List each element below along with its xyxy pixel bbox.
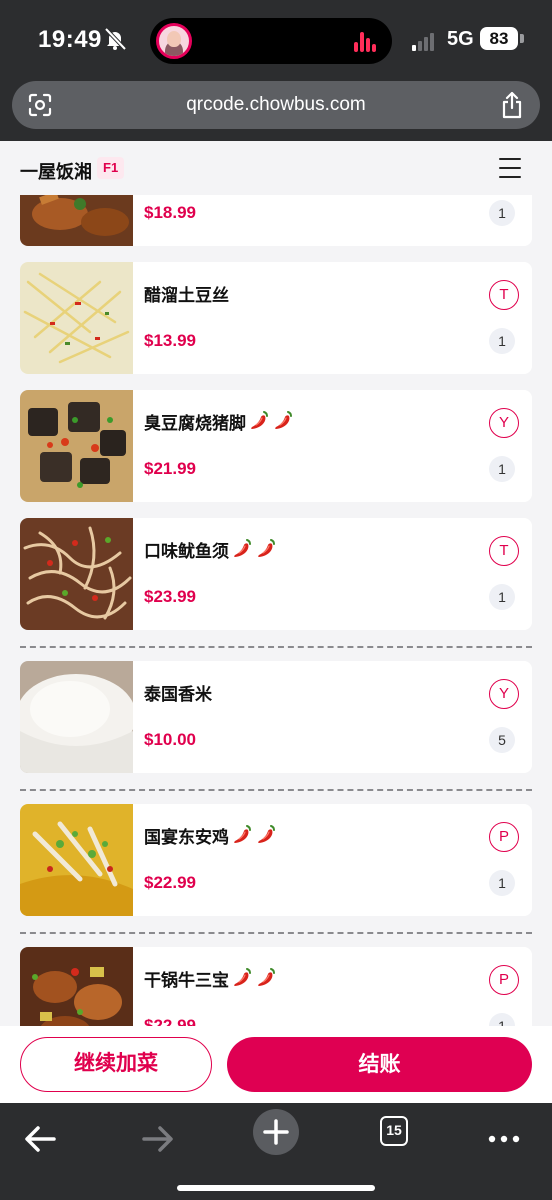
battery-tip bbox=[520, 34, 524, 43]
quantity-badge: 5 bbox=[489, 727, 515, 753]
status-time: 19:49 bbox=[38, 26, 102, 53]
network-type: 5G bbox=[447, 28, 474, 50]
forward-arrow-icon[interactable] bbox=[134, 1113, 182, 1159]
action-bar: 继续加菜 结账 bbox=[0, 1026, 552, 1103]
bell-slash-icon bbox=[104, 27, 127, 51]
owner-badge: T bbox=[489, 280, 519, 310]
owner-badge: Y bbox=[489, 679, 519, 709]
dish-photo bbox=[20, 804, 133, 916]
chili-icon bbox=[255, 966, 277, 988]
dish-photo bbox=[20, 661, 133, 773]
dish-name: 泰国香米 bbox=[144, 685, 212, 704]
chili-icon bbox=[231, 823, 253, 845]
dish-name: 醋溜土豆丝 bbox=[144, 286, 229, 305]
cart-item-card[interactable]: 国宴东安鸡 $22.99 P 1 bbox=[20, 804, 532, 916]
section-divider bbox=[20, 646, 532, 648]
chili-icon bbox=[248, 409, 270, 431]
dish-price: $18.99 bbox=[144, 203, 196, 222]
cart-item-card[interactable]: 臭豆腐烧猪脚 $21.99 Y 1 bbox=[20, 390, 532, 502]
address-bar[interactable]: qrcode.chowbus.com bbox=[12, 81, 540, 129]
home-indicator bbox=[177, 1185, 375, 1191]
new-tab-button[interactable] bbox=[253, 1109, 299, 1155]
restaurant-name: 一屋饭湘 bbox=[20, 162, 92, 182]
browser-toolbar: 15 bbox=[0, 1103, 552, 1200]
cart-item-card[interactable]: 口味鱿鱼须 $23.99 T 1 bbox=[20, 518, 532, 630]
battery-level: 83 bbox=[480, 27, 518, 50]
dish-photo bbox=[20, 262, 133, 374]
cart-item-list[interactable]: $18.99 1 醋溜土豆丝 $13.99 T 1 臭豆腐烧猪脚 $21.99 … bbox=[0, 141, 552, 1103]
dish-name: 国宴东安鸡 bbox=[144, 828, 229, 847]
plus-icon bbox=[263, 1119, 289, 1145]
chili-icon bbox=[231, 537, 253, 559]
web-content: $18.99 1 醋溜土豆丝 $13.99 T 1 臭豆腐烧猪脚 $21.99 … bbox=[0, 141, 552, 1103]
dish-price: $10.00 bbox=[144, 730, 196, 749]
chili-icon bbox=[272, 409, 294, 431]
owner-badge: Y bbox=[489, 408, 519, 438]
owner-badge: T bbox=[489, 536, 519, 566]
cart-item-card[interactable]: 醋溜土豆丝 $13.99 T 1 bbox=[20, 262, 532, 374]
hamburger-menu-icon[interactable] bbox=[499, 158, 521, 178]
quantity-badge: 1 bbox=[489, 584, 515, 610]
dynamic-island bbox=[150, 18, 392, 64]
tabs-icon[interactable]: 15 bbox=[380, 1116, 408, 1146]
quantity-badge: 1 bbox=[489, 870, 515, 896]
phone-screen: 19:49 5G 83 qrcode.chowbus.com $18.99 1 … bbox=[0, 0, 552, 1200]
cart-item-card[interactable]: 泰国香米 $10.00 Y 5 bbox=[20, 661, 532, 773]
continue-ordering-button[interactable]: 继续加菜 bbox=[20, 1037, 212, 1092]
dish-name: 干锅牛三宝 bbox=[144, 971, 229, 990]
owner-badge: P bbox=[489, 965, 519, 995]
owner-badge: P bbox=[489, 822, 519, 852]
dish-name: 臭豆腐烧猪脚 bbox=[144, 414, 246, 433]
back-arrow-icon[interactable] bbox=[16, 1113, 64, 1159]
chili-icon bbox=[255, 537, 277, 559]
quantity-badge: 1 bbox=[489, 456, 515, 482]
floor-badge: F1 bbox=[97, 157, 125, 179]
dish-name: 口味鱿鱼须 bbox=[144, 542, 229, 561]
chili-icon bbox=[231, 966, 253, 988]
quantity-badge: 1 bbox=[489, 328, 515, 354]
more-icon[interactable] bbox=[480, 1113, 528, 1159]
scan-icon[interactable] bbox=[28, 93, 52, 117]
section-divider bbox=[20, 932, 532, 934]
restaurant-header: 一屋饭湘 F1 bbox=[0, 141, 552, 195]
dish-price: $21.99 bbox=[144, 459, 196, 478]
chili-icon bbox=[255, 823, 277, 845]
section-divider bbox=[20, 789, 532, 791]
url-text[interactable]: qrcode.chowbus.com bbox=[72, 94, 480, 116]
dish-price: $13.99 bbox=[144, 331, 196, 350]
quantity-badge: 1 bbox=[489, 200, 515, 226]
dish-price: $23.99 bbox=[144, 587, 196, 606]
dish-price: $22.99 bbox=[144, 873, 196, 892]
cellular-signal-icon bbox=[412, 31, 438, 51]
checkout-button[interactable]: 结账 bbox=[227, 1037, 532, 1092]
dish-photo bbox=[20, 518, 133, 630]
status-bar: 19:49 5G 83 bbox=[0, 0, 552, 78]
share-icon[interactable] bbox=[500, 91, 524, 119]
audio-bars-icon bbox=[354, 30, 376, 52]
dish-photo bbox=[20, 390, 133, 502]
avatar bbox=[156, 23, 192, 59]
